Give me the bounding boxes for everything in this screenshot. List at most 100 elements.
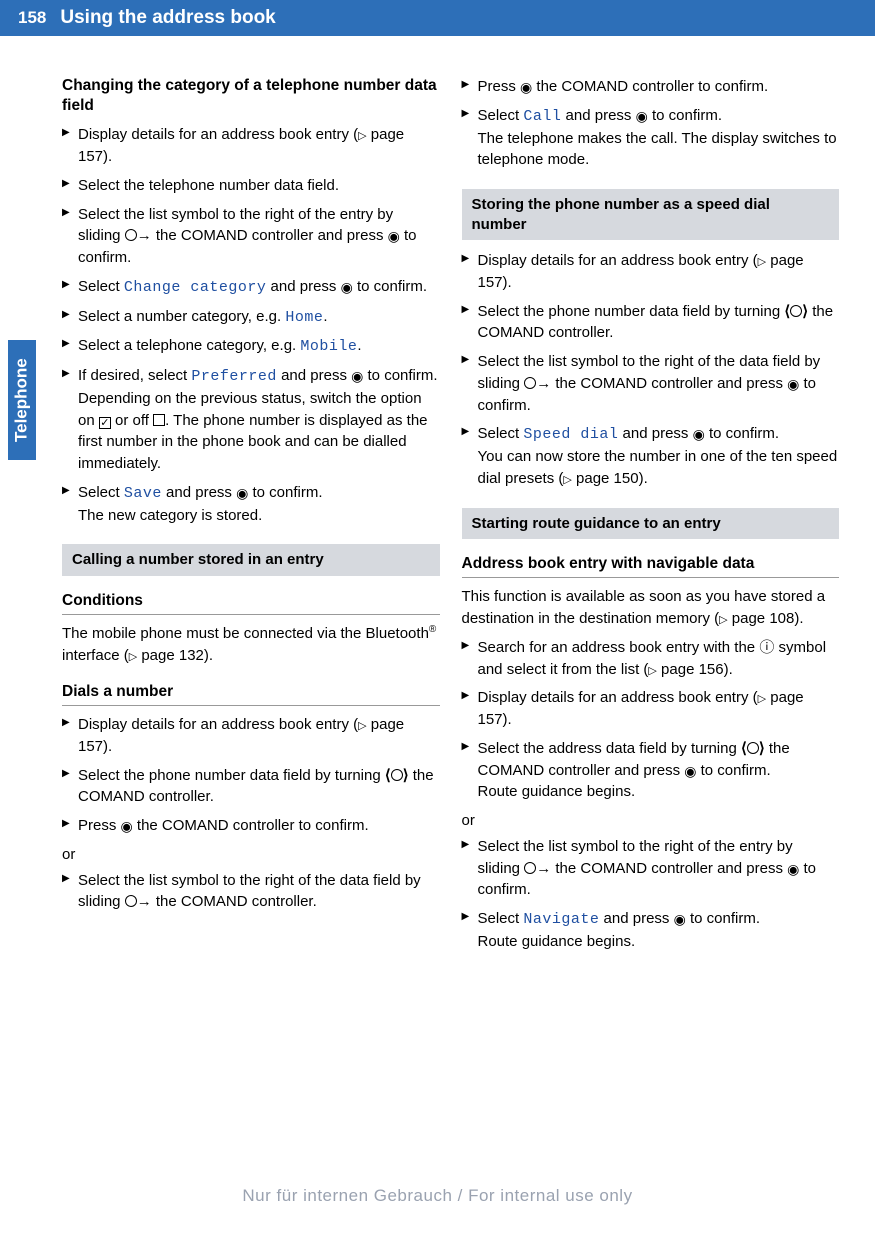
bullet-icon: ▶ <box>62 716 70 731</box>
list-item: ▶Display details for an address book ent… <box>462 250 840 294</box>
list-dials-number-alt: ▶Select the list symbol to the right of … <box>62 870 440 914</box>
bullet-icon: ▶ <box>62 337 70 352</box>
menu-term: Speed dial <box>523 426 618 443</box>
list-navigation: ▶Search for an address book entry with t… <box>462 637 840 803</box>
page-number: 158 <box>18 6 46 31</box>
list-item: ▶Select Navigate and press ◉ to confirm.… <box>462 908 840 953</box>
list-item: ▶Select a number category, e.g. Home. <box>62 306 440 329</box>
bullet-icon: ▶ <box>462 740 470 755</box>
menu-term: Home <box>285 309 323 326</box>
list-item: ▶Select the telephone number data field. <box>62 175 440 197</box>
left-column: Changing the category of a telephone num… <box>62 76 440 960</box>
ref-icon: ▷ <box>358 130 366 142</box>
list-item: ▶If desired, select Preferred and press … <box>62 365 440 475</box>
checkbox-off-icon <box>153 414 165 426</box>
bullet-icon: ▶ <box>62 126 70 141</box>
press-icon: ◉ <box>693 424 705 444</box>
press-icon: ◉ <box>520 77 532 97</box>
list-item: ▶Select the list symbol to the right of … <box>62 870 440 914</box>
list-item: ▶Display details for an address book ent… <box>62 714 440 758</box>
list-item: ▶Select Speed dial and press ◉ to confir… <box>462 423 840 489</box>
bullet-icon: ▶ <box>462 639 470 654</box>
bullet-icon: ▶ <box>462 838 470 853</box>
list-speed-dial: ▶Display details for an address book ent… <box>462 250 840 490</box>
chapter-title: Using the address book <box>60 4 275 32</box>
ref-icon: ▷ <box>719 614 727 626</box>
controller-icon <box>747 742 759 754</box>
press-icon: ◉ <box>674 909 686 929</box>
page-header: 158 Using the address book <box>0 0 875 36</box>
turn-left-icon: ⟨ <box>385 767 391 784</box>
or-separator: or <box>462 810 840 832</box>
controller-icon <box>524 377 536 389</box>
ref-icon: ▷ <box>563 474 571 486</box>
list-item: ▶Select a telephone category, e.g. Mobil… <box>62 335 440 358</box>
list-item: ▶Select the phone number data field by t… <box>462 301 840 345</box>
list-item: ▶Display details for an address book ent… <box>62 124 440 168</box>
controller-icon <box>391 769 403 781</box>
subheading-conditions: Conditions <box>62 590 440 615</box>
side-tab-telephone: Telephone <box>8 340 36 460</box>
registered-icon: ® <box>429 624 436 635</box>
list-item: ▶Press ◉ the COMAND controller to confir… <box>462 76 840 98</box>
press-icon: ◉ <box>121 816 133 836</box>
ref-icon: ▷ <box>129 651 137 663</box>
press-icon: ◉ <box>388 226 400 246</box>
list-item: ▶Select Save and press ◉ to confirm.The … <box>62 482 440 527</box>
list-item: ▶Select the phone number data field by t… <box>62 765 440 809</box>
section-calling-number: Calling a number stored in an entry <box>62 544 440 576</box>
heading-change-category: Changing the category of a telephone num… <box>62 76 440 116</box>
bullet-icon: ▶ <box>62 484 70 499</box>
bullet-icon: ▶ <box>62 177 70 192</box>
turn-right-icon: ⟩ <box>802 303 808 320</box>
bullet-icon: ▶ <box>62 817 70 832</box>
press-icon: ◉ <box>787 374 799 394</box>
press-icon: ◉ <box>787 859 799 879</box>
controller-icon <box>790 305 802 317</box>
list-item: ▶Display details for an address book ent… <box>462 687 840 731</box>
list-item: ▶Press ◉ the COMAND controller to confir… <box>62 815 440 837</box>
ref-icon: ▷ <box>758 256 766 268</box>
bullet-icon: ▶ <box>62 767 70 782</box>
right-column: ▶Press ◉ the COMAND controller to confir… <box>462 76 840 960</box>
list-item: ▶Select Call and press ◉ to confirm.The … <box>462 105 840 171</box>
list-item: ▶Search for an address book entry with t… <box>462 637 840 681</box>
section-speed-dial: Storing the phone number as a speed dial… <box>462 189 840 240</box>
bullet-icon: ▶ <box>62 206 70 221</box>
checkbox-on-icon: ✓ <box>99 417 111 429</box>
bullet-icon: ▶ <box>462 252 470 267</box>
list-continued: ▶Press ◉ the COMAND controller to confir… <box>462 76 840 171</box>
bullet-icon: ▶ <box>462 78 470 93</box>
controller-icon <box>125 895 137 907</box>
ref-icon: ▷ <box>358 720 366 732</box>
bullet-icon: ▶ <box>462 689 470 704</box>
menu-term: Save <box>124 485 162 502</box>
press-icon: ◉ <box>684 761 696 781</box>
bullet-icon: ▶ <box>462 303 470 318</box>
turn-right-icon: ⟩ <box>759 740 765 757</box>
bullet-icon: ▶ <box>62 278 70 293</box>
turn-left-icon: ⟨ <box>741 740 747 757</box>
ref-icon: ▷ <box>758 693 766 705</box>
footer-watermark: Nur für internen Gebrauch / For internal… <box>0 1184 875 1209</box>
list-item: ▶Select the list symbol to the right of … <box>462 351 840 416</box>
turn-right-icon: ⟩ <box>403 767 409 784</box>
menu-term: Preferred <box>191 368 277 385</box>
subheading-navigable-data: Address book entry with navigable data <box>462 553 840 578</box>
press-icon: ◉ <box>636 106 648 126</box>
list-item: ▶Select Change category and press ◉ to c… <box>62 276 440 299</box>
bullet-icon: ▶ <box>62 367 70 382</box>
list-item: ▶Select the address data field by turnin… <box>462 738 840 803</box>
bullet-icon: ▶ <box>462 353 470 368</box>
bullet-icon: ▶ <box>62 308 70 323</box>
section-route-guidance: Starting route guidance to an entry <box>462 508 840 540</box>
press-icon: ◉ <box>236 483 248 503</box>
menu-term: Change category <box>124 279 267 296</box>
info-icon: ⓘ <box>759 639 774 656</box>
bullet-icon: ▶ <box>462 910 470 925</box>
bullet-icon: ▶ <box>462 425 470 440</box>
menu-term: Mobile <box>300 338 357 355</box>
press-icon: ◉ <box>341 277 353 297</box>
paragraph: This function is available as soon as yo… <box>462 586 840 630</box>
list-dials-number: ▶Display details for an address book ent… <box>62 714 440 837</box>
